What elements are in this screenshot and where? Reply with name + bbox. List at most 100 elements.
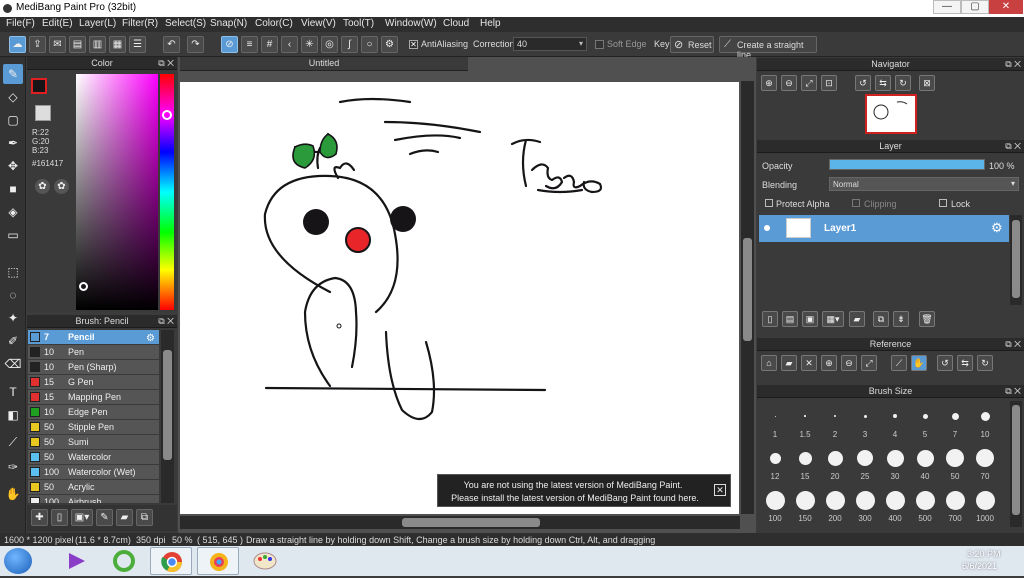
brush-tool-icon[interactable]: ✎ (3, 64, 23, 84)
fit-icon[interactable]: ⤢ (801, 75, 817, 91)
blending-select[interactable]: Normal ▾ (829, 177, 1019, 191)
brush-size-option[interactable]: 1000 (970, 484, 1000, 524)
comment-icon[interactable]: ✉ (49, 36, 66, 53)
foreground-color-swatch[interactable] (31, 78, 47, 94)
layer-merge-icon[interactable]: ⇟ (893, 311, 909, 327)
panel-close-icon[interactable]: ⧉ ✕ (158, 315, 174, 328)
reference-rotate-left-icon[interactable]: ↺ (937, 355, 953, 371)
brush-size-option[interactable]: 200 (820, 484, 850, 524)
hue-slider-handle[interactable] (162, 110, 172, 120)
reference-open-icon[interactable]: ▰ (781, 355, 797, 371)
menu-select[interactable]: Select(S) (165, 18, 206, 29)
canvas-vertical-scrollbar[interactable] (741, 81, 754, 514)
reference-hand-icon[interactable]: ✋ (911, 355, 927, 371)
cloud-icon[interactable]: ☁ (9, 36, 26, 53)
brush-size-option[interactable]: 2 (820, 400, 850, 440)
hue-slider[interactable] (160, 74, 174, 310)
hand-tool-icon[interactable]: ✋ (3, 484, 23, 504)
brush-list-scroll-thumb[interactable] (163, 350, 172, 460)
menu-filter[interactable]: Filter(R) (122, 18, 158, 29)
rotate-left-icon[interactable]: ↺ (855, 75, 871, 91)
brush-size-option[interactable]: 150 (790, 484, 820, 524)
menu-edit[interactable]: Edit(E) (42, 18, 73, 29)
drawing-canvas[interactable] (180, 82, 739, 514)
brush-item[interactable]: 50 Sumi (28, 435, 159, 450)
brush-item[interactable]: 50 Stipple Pen (28, 420, 159, 435)
opacity-slider[interactable] (829, 159, 985, 170)
panel-close-icon[interactable]: ⧉ ✕ (1005, 140, 1021, 153)
grid-icon[interactable]: ▦ (109, 36, 126, 53)
update-notice-close-icon[interactable]: ✕ (714, 484, 726, 496)
layer-add-icon[interactable]: ▯ (762, 311, 778, 327)
brush-copy-icon[interactable]: ⧉ (136, 509, 153, 526)
brush-size-option[interactable]: 400 (880, 484, 910, 524)
brush-size-option[interactable]: 12 (760, 442, 790, 482)
reference-zoom-in-icon[interactable]: ⊕ (821, 355, 837, 371)
menu-file[interactable]: File(F) (6, 18, 35, 29)
brush-item[interactable]: 10 Edge Pen (28, 405, 159, 420)
chat-icon[interactable]: ▤ (69, 36, 86, 53)
menu-window[interactable]: Window(W) (385, 18, 437, 29)
zoom-out-icon[interactable]: ⊖ (781, 75, 797, 91)
canvas-horizontal-scroll-thumb[interactable] (402, 518, 540, 527)
snap-settings-icon[interactable]: ⚙ (381, 36, 398, 53)
reset-button[interactable]: ⊘ Reset (670, 36, 714, 53)
list-icon[interactable]: ☰ (129, 36, 146, 53)
layer-delete-icon[interactable]: 🗑 (919, 311, 935, 327)
layer-list-scrollbar[interactable] (1010, 215, 1022, 305)
background-color-swatch[interactable] (35, 105, 51, 121)
select-pen-tool-icon[interactable]: ✐ (3, 331, 23, 351)
brush-size-option[interactable]: 4 (880, 400, 910, 440)
soft-edge-checkbox[interactable] (595, 40, 604, 49)
color-picker-cursor[interactable] (79, 282, 88, 291)
layer-duplicate-icon[interactable]: ⧉ (873, 311, 889, 327)
brush-item[interactable]: 10 Pen (Sharp) (28, 360, 159, 375)
brush-size-option[interactable]: 25 (850, 442, 880, 482)
taskbar-app-paint[interactable] (244, 547, 286, 575)
brush-item[interactable]: 15 G Pen (28, 375, 159, 390)
divide-tool-icon[interactable]: ◧ (3, 405, 23, 425)
reference-fit-icon[interactable]: ⤢ (861, 355, 877, 371)
snap-curve-icon[interactable]: ∫ (341, 36, 358, 53)
reference-close-icon[interactable]: ✕ (801, 355, 817, 371)
pen-tool-icon[interactable]: ✒ (3, 133, 23, 153)
move-tool-icon[interactable]: ✥ (3, 156, 23, 176)
layer-add-8bit-icon[interactable]: ▣ (802, 311, 818, 327)
reference-zoom-out-icon[interactable]: ⊖ (841, 355, 857, 371)
brush-size-option[interactable]: 500 (910, 484, 940, 524)
taskbar-app-vs[interactable] (56, 547, 98, 575)
brush-size-option[interactable]: 3 (850, 400, 880, 440)
clipping-checkbox[interactable] (852, 199, 860, 207)
layer-visibility-icon[interactable] (764, 225, 770, 231)
antialiasing-checkbox[interactable]: ✕ (409, 40, 418, 49)
snap-radial-icon[interactable]: ✳ (301, 36, 318, 53)
snap-perspective-icon[interactable]: ‹ (281, 36, 298, 53)
fill-tool-icon[interactable]: ◈ (3, 202, 23, 222)
actual-size-icon[interactable]: ⊡ (821, 75, 837, 91)
brush-item[interactable]: 50 Watercolor (28, 450, 159, 465)
layer-list-scroll-thumb[interactable] (1012, 220, 1020, 298)
menu-tool[interactable]: Tool(T) (343, 18, 374, 29)
document-icon[interactable]: ▥ (89, 36, 106, 53)
minimize-button[interactable]: — (933, 0, 961, 14)
menu-help[interactable]: Help (480, 18, 501, 29)
layer-row-layer1[interactable]: Layer1 ⚙ (759, 215, 1009, 242)
redo-icon[interactable]: ↷ (187, 36, 204, 53)
brush-item[interactable]: 7 Pencil (28, 330, 159, 345)
brush-size-option[interactable]: 300 (850, 484, 880, 524)
brush-menu-icon[interactable]: ▣▾ (71, 509, 93, 526)
canvas-horizontal-scrollbar[interactable] (180, 516, 740, 529)
correction-select[interactable]: 40 ▾ (513, 37, 587, 51)
shape-tool-icon[interactable]: ■ (3, 179, 23, 199)
brush-size-option[interactable]: 700 (940, 484, 970, 524)
lasso-tool-icon[interactable]: ◌ (3, 285, 23, 305)
snap-parallel-icon[interactable]: ≡ (241, 36, 258, 53)
gradient-tool-icon[interactable]: ▭ (3, 225, 23, 245)
flip-icon[interactable]: ⇆ (875, 75, 891, 91)
brush-item[interactable]: 10 Pen (28, 345, 159, 360)
saturation-value-picker[interactable] (76, 74, 158, 310)
layer-add-menu-icon[interactable]: ▦▾ (822, 311, 844, 327)
rotate-right-icon[interactable]: ↻ (895, 75, 911, 91)
export-icon[interactable]: ⇪ (29, 36, 46, 53)
brush-item[interactable]: 15 Mapping Pen (28, 390, 159, 405)
